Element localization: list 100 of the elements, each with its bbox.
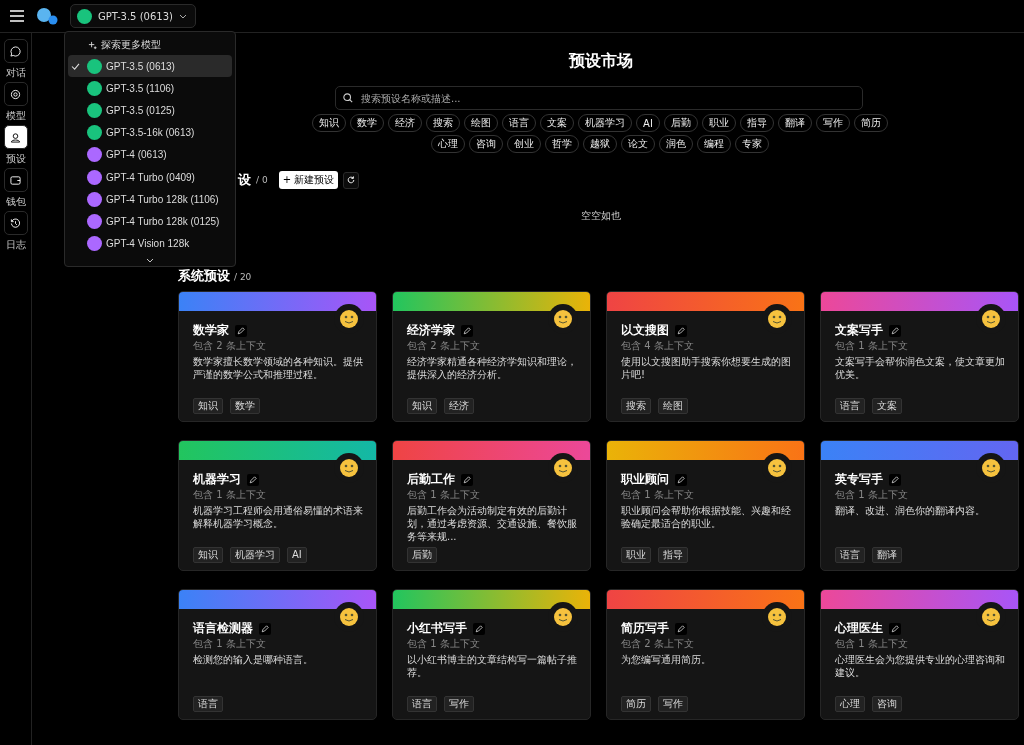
search-field[interactable]: 搜索预设名称或描述... — [335, 86, 863, 110]
refresh-button[interactable] — [343, 171, 360, 189]
tag-filter[interactable]: 职业 — [701, 114, 736, 132]
card-tag: 心理 — [835, 696, 865, 712]
card-tag: AI — [287, 547, 307, 563]
edit-button[interactable] — [675, 622, 687, 635]
edit-button[interactable] — [889, 324, 901, 337]
person-icon — [10, 131, 21, 143]
tag-filter[interactable]: 简历 — [853, 114, 888, 132]
pencil-icon — [463, 475, 471, 484]
model-option[interactable]: GPT-3.5 (0125) — [68, 99, 232, 122]
model-option[interactable]: GPT-4 Turbo (0409) — [68, 166, 232, 189]
tag-filter[interactable]: 绘图 — [464, 114, 499, 132]
chevron-down-icon[interactable] — [146, 257, 154, 263]
tag-filter[interactable]: 润色 — [659, 135, 693, 153]
edit-button[interactable] — [675, 473, 687, 486]
model-option[interactable]: GPT-4 Vision 128k — [68, 232, 232, 255]
tag-filter[interactable]: 哲学 — [545, 135, 579, 153]
tag-filter[interactable]: 指导 — [739, 114, 774, 132]
tag-filter[interactable]: 创业 — [507, 135, 541, 153]
preset-name: 文案写手 — [835, 323, 883, 338]
tag-filter[interactable]: 翻译 — [777, 114, 812, 132]
tag-filter[interactable]: 机器学习 — [578, 114, 633, 132]
context-count: 包含 1 条上下文 — [835, 489, 909, 501]
edit-button[interactable] — [235, 324, 247, 337]
card-tag: 职业 — [621, 547, 651, 563]
edit-button[interactable] — [675, 324, 687, 337]
tag-filter[interactable]: 后勤 — [663, 114, 698, 132]
preset-card[interactable]: 职业顾问 包含 1 条上下文 职业顾问会帮助你根据技能、兴趣和经验确定最适合的职业。 职业 指导 — [606, 440, 805, 571]
edit-button[interactable] — [889, 622, 901, 635]
edit-button[interactable] — [473, 622, 485, 635]
sidebar-button[interactable] — [3, 39, 28, 63]
card-tag: 数学 — [230, 398, 260, 414]
tag-filter[interactable]: 论文 — [621, 135, 655, 153]
edit-button[interactable] — [259, 622, 271, 635]
edit-button[interactable] — [889, 473, 901, 486]
edit-button[interactable] — [461, 324, 473, 337]
card-tag: 绘图 — [658, 398, 688, 414]
edit-button[interactable] — [247, 473, 259, 486]
card-tag: 简历 — [621, 696, 651, 712]
model-option[interactable]: GPT-4 Turbo 128k (0125) — [68, 210, 232, 233]
tag-filter[interactable]: 心理 — [431, 135, 465, 153]
tag-filter[interactable]: 专家 — [735, 135, 769, 153]
preset-name: 职业顾问 — [621, 472, 669, 487]
emoji-icon — [981, 309, 1001, 329]
preset-card[interactable]: 经济学家 包含 2 条上下文 经济学家精通各种经济学知识和理论，提供深入的经济分析。 知识 经济 — [392, 291, 591, 422]
model-option[interactable]: GPT-3.5-16k (0613) — [68, 121, 232, 144]
sidebar-button[interactable] — [3, 82, 28, 106]
menu-icon[interactable] — [10, 10, 24, 22]
preset-card[interactable]: 数学家 包含 2 条上下文 数学家擅长数学领域的各种知识。提供严谨的数学公式和推理过程。 知识 数学 — [178, 291, 377, 422]
sidebar-button[interactable] — [3, 168, 28, 192]
section-title: 设 — [238, 171, 251, 189]
card-tag: 语言 — [835, 547, 865, 563]
tag-filter[interactable]: 编程 — [697, 135, 731, 153]
card-tag: 语言 — [193, 696, 223, 712]
context-count: 包含 2 条上下文 — [621, 638, 695, 650]
chat-icon — [10, 45, 21, 57]
model-selector[interactable]: GPT-3.5 (0613) — [70, 4, 196, 28]
tag-filter[interactable]: 搜索 — [426, 114, 461, 132]
tag-filter[interactable]: AI — [636, 114, 660, 132]
card-tag: 语言 — [407, 696, 437, 712]
card-tag: 经济 — [444, 398, 474, 414]
tag-filter[interactable]: 咨询 — [469, 135, 503, 153]
model-option[interactable]: GPT-4 Turbo 128k (1106) — [68, 188, 232, 211]
context-count: 包含 1 条上下文 — [835, 340, 909, 352]
preset-card[interactable]: 简历写手 包含 2 条上下文 为您编写通用简历。 简历 写作 — [606, 589, 805, 720]
tag-filter[interactable]: 文案 — [540, 114, 575, 132]
preset-card[interactable]: 后勤工作 包含 1 条上下文 后勤工作会为活动制定有效的后勤计划，通过考虑资源、交通设施、餐饮服务等来规... 后勤 — [392, 440, 591, 571]
tag-filter[interactable]: 写作 — [815, 114, 850, 132]
preset-card[interactable]: 英专写手 包含 1 条上下文 翻译、改进、润色你的翻译内容。 语言 翻译 — [820, 440, 1019, 571]
pencil-icon — [237, 326, 245, 335]
model-option[interactable]: GPT-3.5 (1106) — [68, 77, 232, 100]
check-icon — [71, 62, 80, 70]
edit-button[interactable] — [461, 473, 473, 486]
model-option[interactable]: GPT-3.5 (0613) — [68, 55, 232, 78]
pencil-icon — [891, 624, 899, 633]
tag-filter[interactable]: 越狱 — [583, 135, 617, 153]
preset-card[interactable]: 机器学习 包含 1 条上下文 机器学习工程师会用通俗易懂的术语来解释机器学习概念。 知识 机器学习 AI — [178, 440, 377, 571]
emoji-icon — [339, 309, 359, 329]
tag-filter[interactable]: 经济 — [388, 114, 423, 132]
preset-card[interactable]: 小红书写手 包含 1 条上下文 以小红书博主的文章结构写一篇帖子推荐。 语言 写作 — [392, 589, 591, 720]
context-count: 包含 1 条上下文 — [621, 489, 695, 501]
tag-filter[interactable]: 知识 — [312, 114, 347, 132]
preset-description: 以小红书博主的文章结构写一篇帖子推荐。 — [407, 653, 578, 680]
model-option[interactable]: GPT-4 (0613) — [68, 143, 232, 167]
tag-filter[interactable]: 语言 — [502, 114, 537, 132]
explore-models-item[interactable]: 探索更多模型 — [68, 35, 232, 55]
gear-icon — [10, 88, 21, 100]
preset-card[interactable]: 文案写手 包含 1 条上下文 文案写手会帮你润色文案，使文章更加优美。 语言 文案 — [820, 291, 1019, 422]
tag-filter[interactable]: 数学 — [350, 114, 385, 132]
sidebar-button[interactable] — [3, 125, 28, 149]
card-tag: 知识 — [193, 547, 223, 563]
preset-card[interactable]: 语言检测器 包含 1 条上下文 检测您的输入是哪种语言。 语言 — [178, 589, 377, 720]
new-preset-button[interactable]: + 新建预设 — [278, 171, 339, 189]
preset-card[interactable]: 心理医生 包含 1 条上下文 心理医生会为您提供专业的心理咨询和建议。 心理 咨询 — [820, 589, 1019, 720]
preset-name: 以文搜图 — [621, 323, 669, 338]
sidebar-button[interactable] — [3, 211, 28, 235]
context-count: 包含 1 条上下文 — [407, 489, 481, 501]
preset-card[interactable]: 以文搜图 包含 4 条上下文 使用以文搜图助手搜索你想要生成的图片吧! 搜索 绘图 — [606, 291, 805, 422]
card-tag: 后勤 — [407, 547, 437, 563]
